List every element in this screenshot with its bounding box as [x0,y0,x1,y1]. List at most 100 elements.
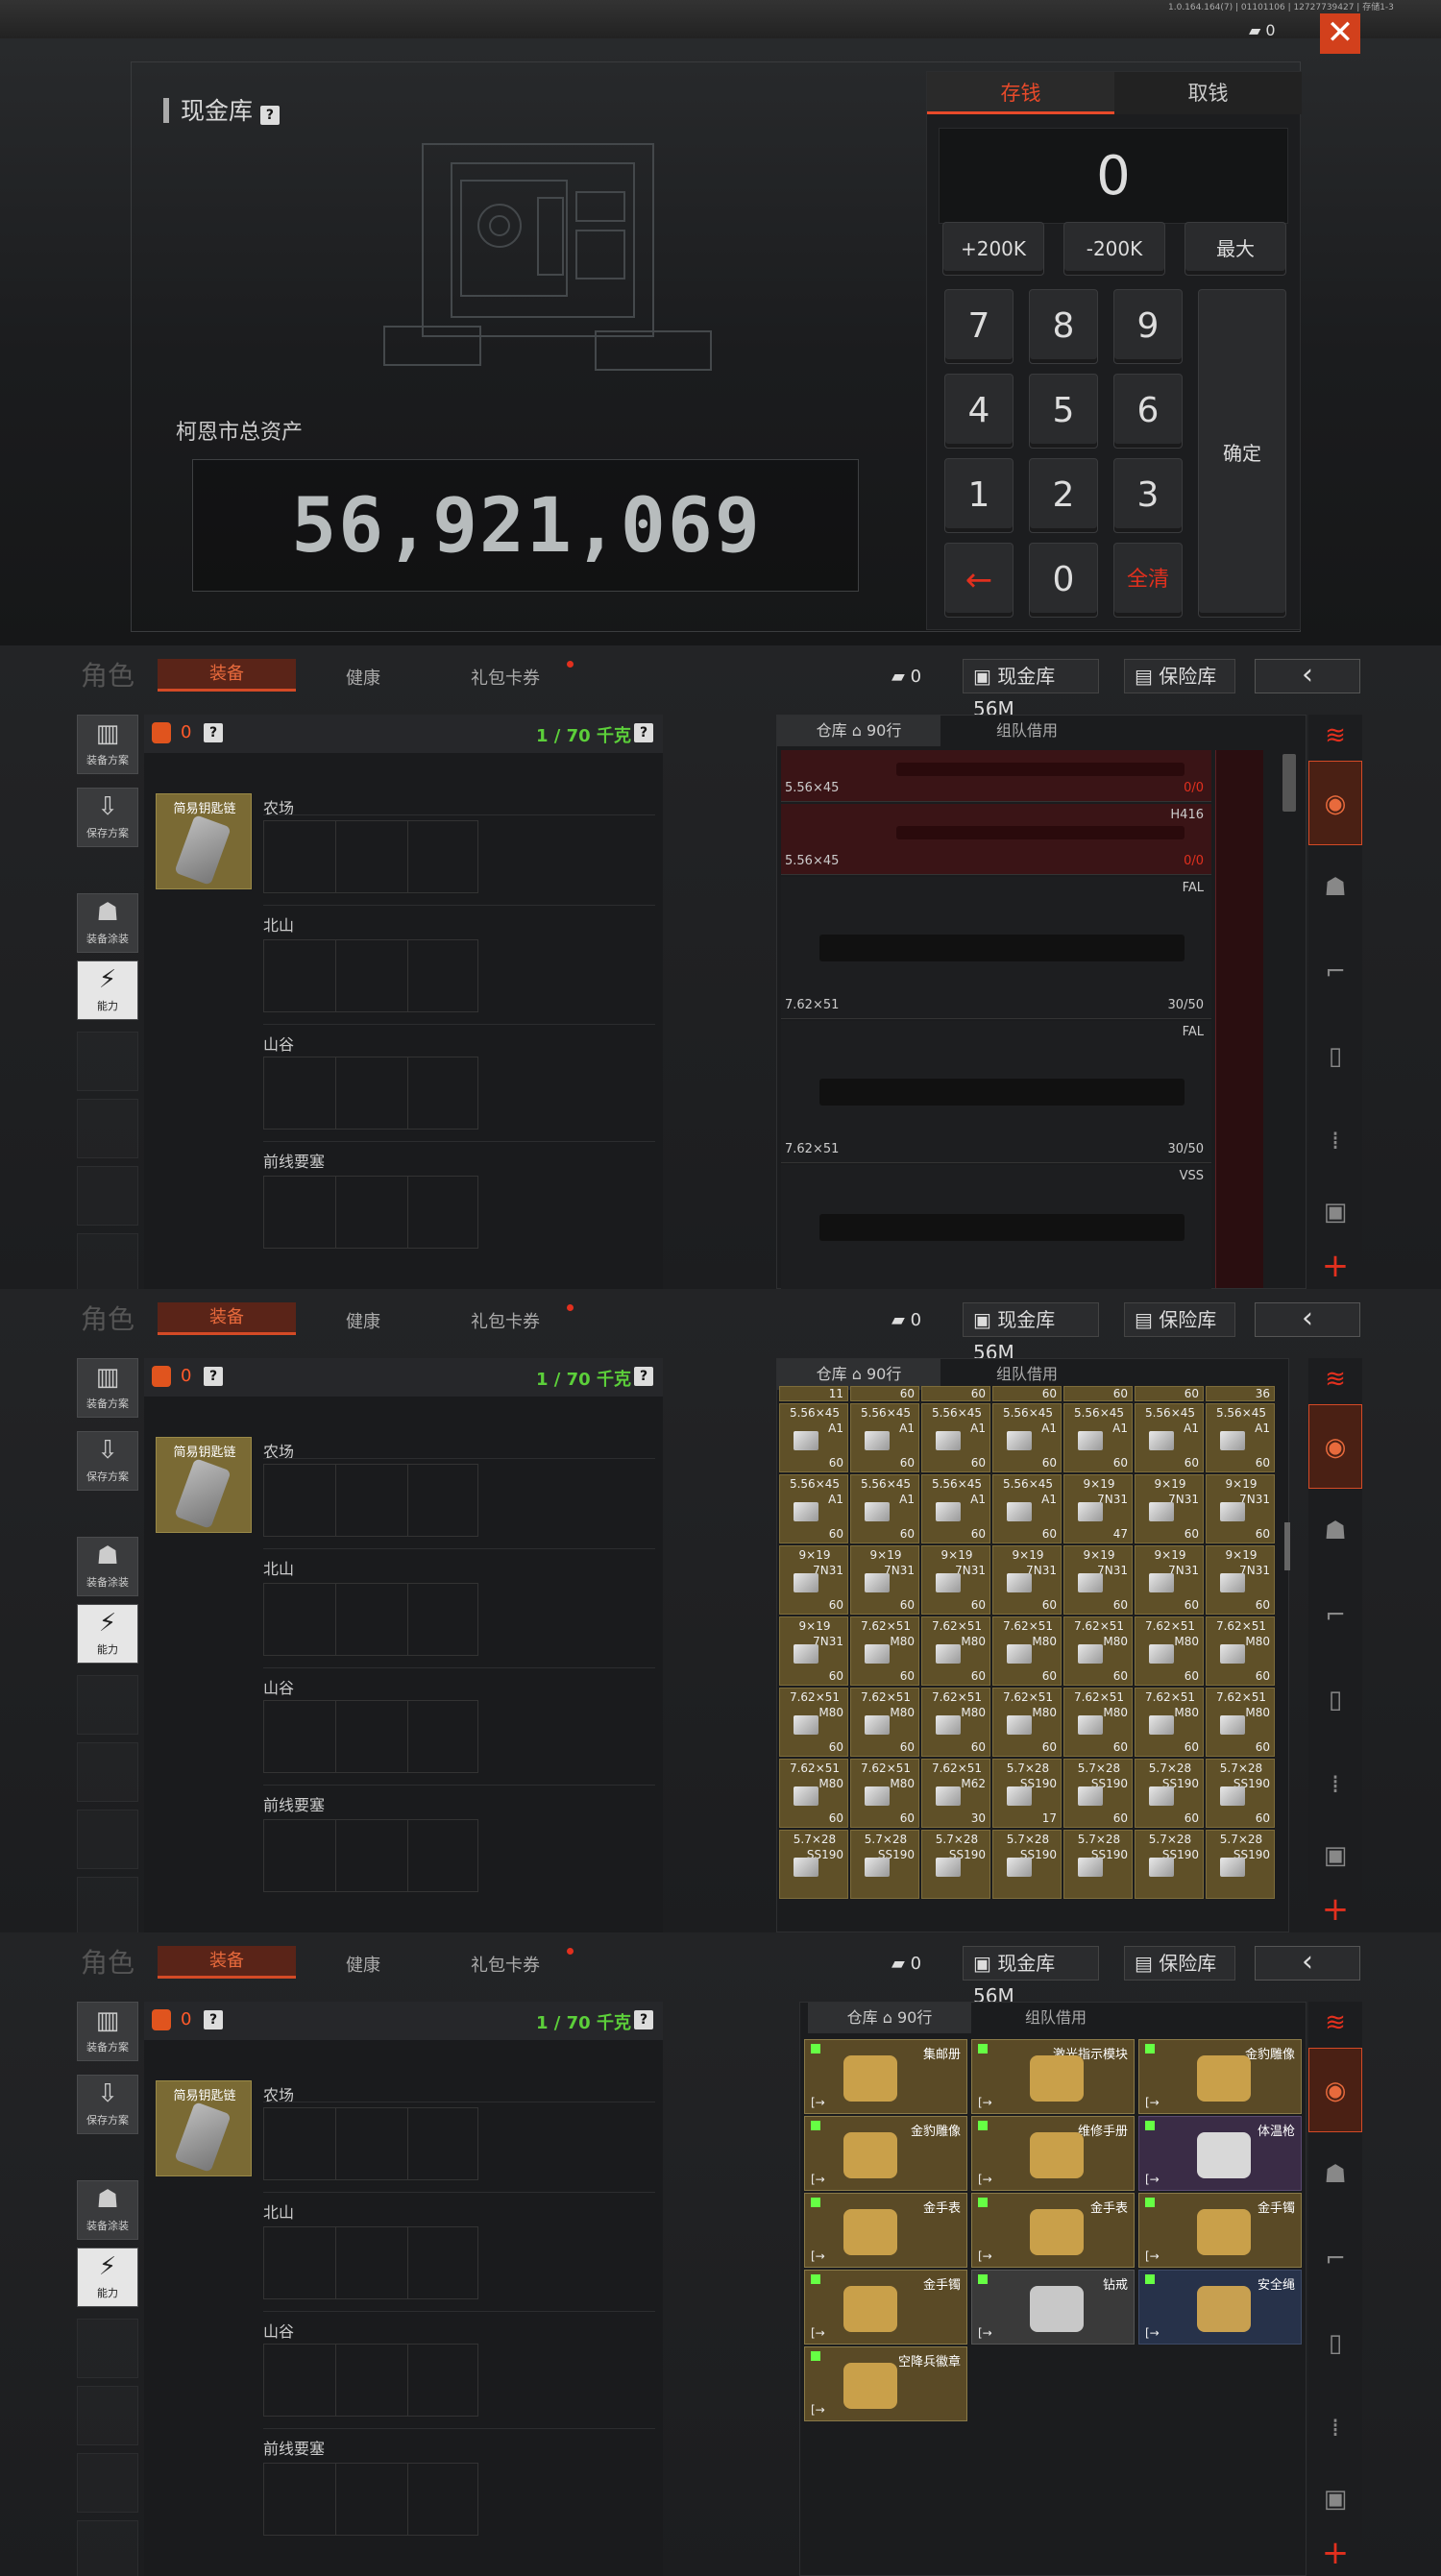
tab-gift-cards[interactable]: 礼包卡券 [471,665,540,690]
tab-warehouse[interactable]: 仓库 ⌂ 90行 [777,716,940,746]
key-slot[interactable] [263,1819,478,1892]
ammo-cell[interactable]: 60 [850,1386,919,1401]
category-gear-icon[interactable]: ☗ [1308,2132,1362,2217]
ammo-cell[interactable]: 7.62×51 M62 30 [921,1759,990,1828]
ammo-cell[interactable]: 5.7×28 SS190 [992,1830,1062,1899]
category-gear-icon[interactable]: ☗ [1308,845,1362,930]
ammo-cell[interactable]: 5.7×28 SS190 [779,1830,848,1899]
key-slot[interactable] [263,1700,478,1773]
category-all-icon[interactable]: ◉ [1308,2048,1362,2132]
digit-1-button[interactable]: 1 [944,458,1014,533]
help-icon[interactable]: ? [204,2010,223,2029]
key-slot[interactable] [263,1176,478,1249]
add-icon[interactable]: + [1308,1247,1362,1285]
add-icon[interactable]: + [1308,2534,1362,2572]
ability-button[interactable]: ⚡ 能力 [77,960,138,1020]
ammo-cell[interactable]: 5.56×45 A1 60 [779,1474,848,1543]
ammo-cell[interactable]: 5.7×28 SS190 17 [992,1759,1062,1828]
ammo-cell[interactable]: 9×19 7N31 60 [1135,1474,1204,1543]
help-icon[interactable]: ? [634,723,653,742]
inventory-item[interactable]: 金手镯 [→ [1138,2193,1302,2268]
scrollbar[interactable] [1282,754,1296,812]
keychain-item[interactable]: 简易钥匙链 [156,793,252,889]
inventory-item[interactable]: 安全绳 [→ [1138,2270,1302,2345]
ammo-cell[interactable]: 9×19 7N31 60 [1063,1545,1133,1615]
key-slot[interactable] [263,1057,478,1130]
tab-equipment[interactable]: 装备 [158,659,296,692]
key-slot[interactable] [263,939,478,1012]
ammo-cell[interactable]: 9×19 7N31 60 [1206,1474,1275,1543]
loadout-plan-button[interactable]: ▥ 装备方案 [77,2002,138,2061]
ammo-cell[interactable]: 7.62×51 M80 60 [779,1688,848,1757]
back-button[interactable]: ‹ [1255,1302,1360,1337]
key-slot[interactable] [263,2107,478,2180]
save-plan-button[interactable]: ⇩ 保存方案 [77,2075,138,2134]
ammo-cell[interactable]: 5.7×28 SS190 [1063,1830,1133,1899]
confirm-button[interactable]: 确定 [1198,289,1286,618]
ammo-cell[interactable]: 5.7×28 SS190 [850,1830,919,1899]
equipment-skin-button[interactable]: ☗ 装备涂装 [77,1537,138,1596]
ammo-cell[interactable]: 60 [1135,1386,1204,1401]
keychain-item[interactable]: 简易钥匙链 [156,1437,252,1533]
ammo-cell[interactable]: 9×19 7N31 60 [1206,1545,1275,1615]
digit-2-button[interactable]: 2 [1029,458,1098,533]
ammo-cell[interactable]: 7.62×51 M80 60 [921,1688,990,1757]
inventory-item[interactable]: 金豹雕像 [→ [804,2116,967,2191]
help-icon[interactable]: ? [634,2010,653,2029]
ammo-cell[interactable]: 7.62×51 M80 60 [992,1616,1062,1686]
inventory-item[interactable]: 空降兵徽章 [→ [804,2346,967,2421]
vault-button[interactable]: ▣ 现金库 56M [963,1302,1099,1364]
category-weapon-icon[interactable]: ⌐ [1308,1573,1362,1658]
ammo-cell[interactable]: 9×19 7N31 60 [779,1545,848,1615]
tab-health[interactable]: 健康 [346,665,380,690]
ammo-cell[interactable]: 5.7×28 SS190 [1206,1830,1275,1899]
ammo-cell[interactable]: 7.62×51 M80 60 [850,1616,919,1686]
key-slot[interactable] [263,820,478,893]
tab-health[interactable]: 健康 [346,1308,380,1333]
digit-0-button[interactable]: 0 [1029,543,1098,618]
equipment-skin-button[interactable]: ☗ 装备涂装 [77,2180,138,2240]
tab-equipment[interactable]: 装备 [158,1302,296,1335]
ammo-cell[interactable]: 5.56×45 A1 60 [992,1403,1062,1472]
ammo-cell[interactable]: 5.56×45 A1 60 [1206,1403,1275,1472]
backspace-button[interactable]: ← [944,543,1014,618]
tab-warehouse[interactable]: 仓库 ⌂ 90行 [808,2003,971,2033]
ammo-cell[interactable]: 7.62×51 M80 60 [1063,1688,1133,1757]
ammo-cell[interactable]: 5.56×45 A1 60 [921,1474,990,1543]
inventory-item[interactable]: 金手镯 [→ [804,2270,967,2345]
save-plan-button[interactable]: ⇩ 保存方案 [77,788,138,847]
vault-button[interactable]: ▣ 现金库 56M [963,659,1099,720]
ability-button[interactable]: ⚡ 能力 [77,2248,138,2307]
inventory-item[interactable]: 体温枪 [→ [1138,2116,1302,2191]
ammo-cell[interactable]: 9×19 7N31 47 [1063,1474,1133,1543]
key-slot[interactable] [263,2226,478,2299]
digit-4-button[interactable]: 4 [944,374,1014,449]
ammo-cell[interactable]: 7.62×51 M80 60 [992,1688,1062,1757]
back-button[interactable]: ‹ [1255,1946,1360,1981]
transfer-icon[interactable]: [→ [811,2249,825,2263]
ammo-cell[interactable]: 5.56×45 A1 60 [992,1474,1062,1543]
digit-8-button[interactable]: 8 [1029,289,1098,364]
key-slot[interactable] [263,1583,478,1656]
ammo-cell[interactable]: 36 [1206,1386,1275,1401]
ammo-cell[interactable]: 7.62×51 M80 60 [1206,1688,1275,1757]
ammo-cell[interactable]: 5.56×45 A1 60 [779,1403,848,1472]
ammo-cell[interactable]: 9×19 7N31 60 [779,1616,848,1686]
key-slot[interactable] [263,1464,478,1537]
safe-button[interactable]: ▤ 保险库 [1124,1946,1235,1981]
safe-button[interactable]: ▤ 保险库 [1124,1302,1235,1337]
ammo-cell[interactable]: 5.7×28 SS190 60 [1135,1759,1204,1828]
ammo-cell[interactable]: 9×19 7N31 60 [992,1545,1062,1615]
minus-200k-button[interactable]: -200K [1063,222,1165,276]
category-magazine-icon[interactable]: ▯ [1308,1658,1362,1742]
ammo-cell[interactable]: 60 [921,1386,990,1401]
weapon-row[interactable]: FAL 7.62×51 30/50 [781,1021,1211,1163]
side-gun-preview[interactable] [1215,750,1263,1288]
ammo-cell[interactable]: 5.7×28 SS190 [921,1830,990,1899]
category-magazine-icon[interactable]: ▯ [1308,1014,1362,1099]
ammo-cell[interactable]: 5.56×45 A1 60 [850,1403,919,1472]
loadout-plan-button[interactable]: ▥ 装备方案 [77,1358,138,1418]
transfer-icon[interactable]: [→ [1145,2096,1160,2109]
category-misc-icon[interactable]: ▣ [1308,1183,1362,1241]
transfer-icon[interactable]: [→ [978,2173,992,2186]
